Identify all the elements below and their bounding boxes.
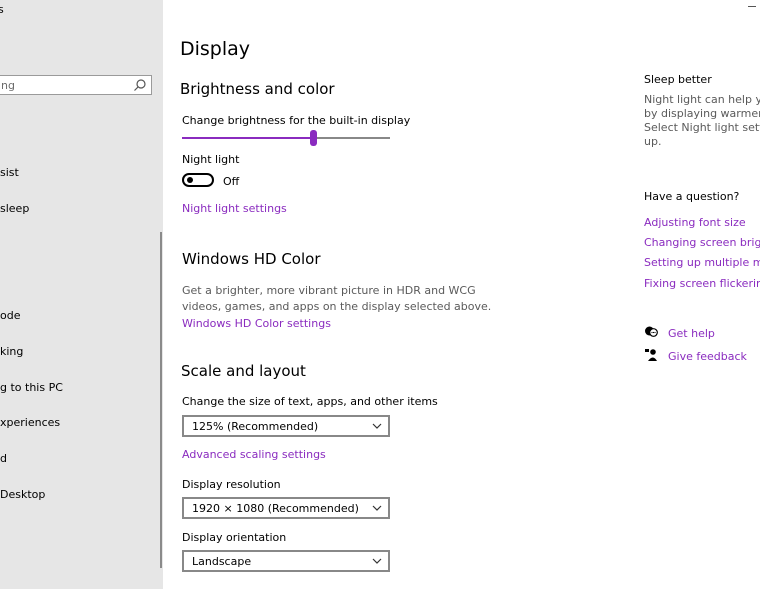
orientation-dropdown[interactable]: Landscape: [182, 550, 390, 572]
main-content: Display Brightness and color Change brig…: [163, 0, 760, 589]
orientation-label: Display orientation: [182, 531, 287, 544]
scale-size-value: 125% (Recommended): [192, 420, 319, 433]
hd-color-description: Get a brighter, more vibrant picture in …: [182, 284, 492, 313]
slider-thumb[interactable]: [310, 130, 318, 146]
chevron-down-icon: [372, 423, 382, 429]
sidebar-item-power-sleep[interactable]: sleep: [0, 202, 29, 215]
resolution-value: 1920 × 1080 (Recommended): [192, 502, 359, 515]
give-feedback-icon: [645, 349, 657, 361]
chevron-down-icon: [372, 505, 382, 511]
resolution-label: Display resolution: [182, 478, 281, 491]
navigation-sidebar: s ng sist sleep ode king g to this PC xp…: [0, 0, 163, 589]
sleep-better-description: Night light can help you g by displaying…: [644, 93, 760, 148]
sidebar-item-multitasking[interactable]: king: [0, 345, 23, 358]
scale-size-dropdown[interactable]: 125% (Recommended): [182, 415, 390, 437]
search-icon: [134, 79, 146, 91]
sidebar-scrollbar[interactable]: [160, 232, 162, 568]
brightness-slider-label: Change brightness for the built-in displ…: [182, 114, 411, 127]
page-title: Display: [180, 38, 251, 60]
search-input[interactable]: ng: [0, 75, 152, 95]
help-link-screen-brightness[interactable]: Changing screen brightne: [644, 236, 760, 249]
search-placeholder: ng: [1, 79, 15, 92]
advanced-scaling-link[interactable]: Advanced scaling settings: [182, 448, 326, 461]
hd-color-heading: Windows HD Color: [182, 250, 321, 268]
get-help-link[interactable]: Get help: [668, 327, 715, 340]
slider-fill: [182, 137, 314, 139]
give-feedback-link[interactable]: Give feedback: [668, 350, 747, 363]
sidebar-item-projecting[interactable]: g to this PC: [0, 381, 63, 394]
night-light-settings-link[interactable]: Night light settings: [182, 202, 287, 215]
brightness-slider[interactable]: [182, 130, 390, 146]
hd-color-settings-link[interactable]: Windows HD Color settings: [182, 317, 331, 330]
sidebar-item-focus-assist[interactable]: sist: [0, 166, 19, 179]
brightness-heading: Brightness and color: [180, 80, 335, 98]
night-light-label: Night light: [182, 153, 240, 166]
toggle-knob: [187, 177, 193, 183]
help-link-screen-flickering[interactable]: Fixing screen flickering: [644, 277, 760, 290]
night-light-state: Off: [223, 175, 240, 188]
sidebar-item-clipboard[interactable]: d: [0, 452, 7, 465]
resolution-dropdown[interactable]: 1920 × 1080 (Recommended): [182, 497, 390, 519]
sleep-better-heading: Sleep better: [644, 73, 712, 86]
scale-layout-heading: Scale and layout: [181, 362, 306, 380]
sidebar-item-tablet-mode[interactable]: ode: [0, 309, 20, 322]
help-link-font-size[interactable]: Adjusting font size: [644, 216, 746, 229]
help-link-multiple-monitors[interactable]: Setting up multiple monit: [644, 256, 760, 269]
orientation-value: Landscape: [192, 555, 252, 568]
sidebar-item-remote-desktop[interactable]: Desktop: [0, 488, 45, 501]
chevron-down-icon: [372, 558, 382, 564]
night-light-toggle[interactable]: [182, 173, 214, 187]
get-help-icon: [645, 326, 658, 337]
scale-size-label: Change the size of text, apps, and other…: [182, 395, 438, 408]
question-heading: Have a question?: [644, 190, 740, 203]
sidebar-item-shared-experiences[interactable]: xperiences: [0, 416, 60, 429]
sidebar-title: s: [0, 3, 4, 16]
